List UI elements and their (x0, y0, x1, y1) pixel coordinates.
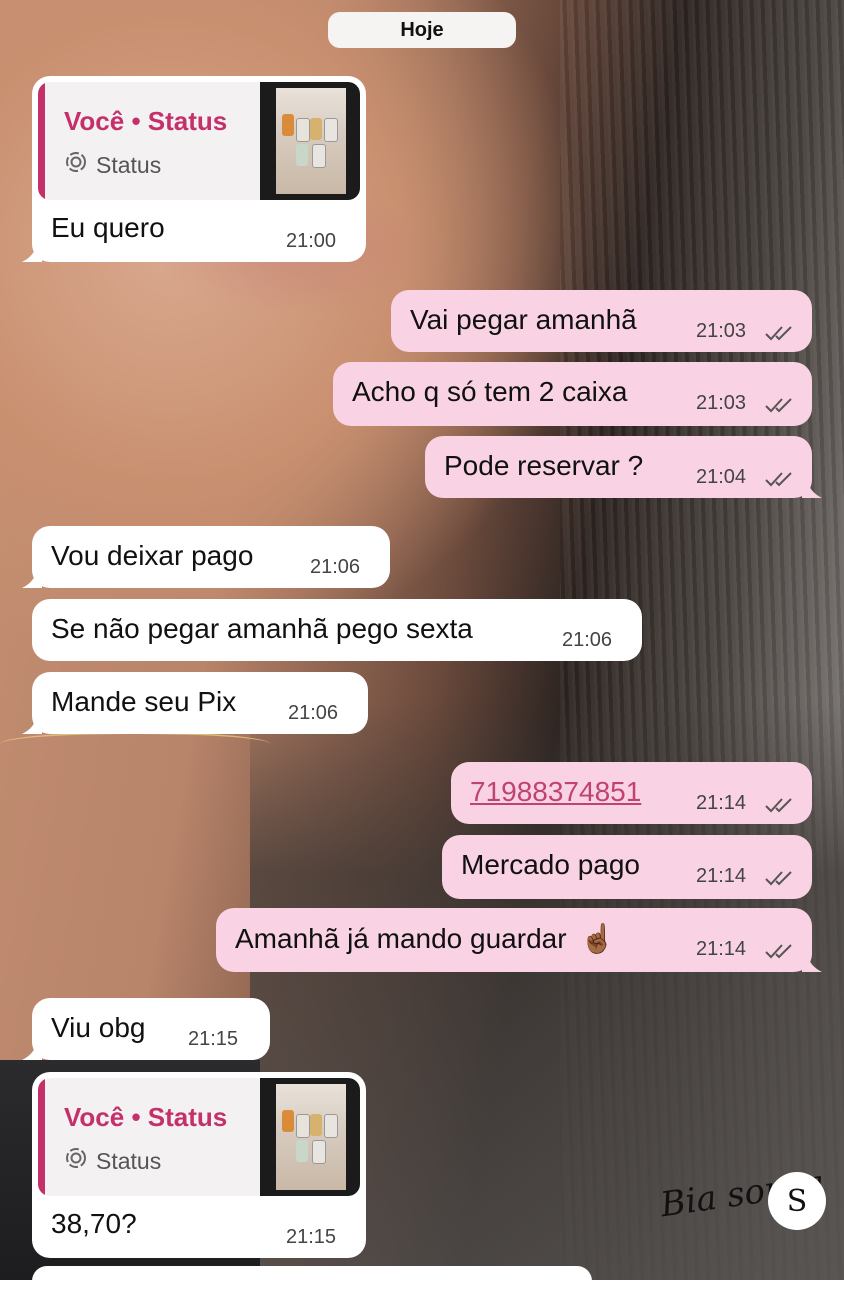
message-time: 21:15 (188, 1028, 239, 1050)
message-bubble-incoming[interactable]: Você • Status Status Eu quero 21:00 (22, 76, 366, 262)
message-bubble-outgoing[interactable]: Pode reservar ? 21:04 (425, 436, 822, 498)
message-time: 21:14 (696, 792, 747, 814)
reply-accent-bar (38, 1078, 45, 1196)
status-reply-preview[interactable]: Você • Status Status (38, 82, 360, 200)
double-check-icon (764, 796, 796, 814)
double-check-icon (764, 869, 796, 887)
message-bubble-incoming[interactable]: Vou deixar pago 21:06 (22, 526, 390, 588)
message-time: 21:06 (310, 556, 361, 578)
status-thumbnail[interactable] (260, 1078, 360, 1196)
bubble-tail (22, 246, 42, 262)
message-time: 21:14 (696, 865, 747, 887)
message-time: 21:00 (286, 230, 337, 252)
bubble-tail (802, 482, 822, 498)
message-text: Vou deixar pago (51, 540, 254, 571)
watermark-monogram: S (768, 1172, 826, 1230)
double-check-icon (764, 942, 796, 960)
message-text: Pode reservar ? (444, 450, 644, 481)
message-text: Eu quero (51, 212, 165, 243)
pointing-up-emoji: ☝🏾 (580, 923, 616, 954)
reply-source: Status (64, 1146, 161, 1176)
message-bubble-incoming[interactable]: Você • Status Status 38,70? 21:15 (32, 1072, 366, 1258)
reply-source-label: Status (96, 1147, 162, 1174)
status-ring-icon (64, 150, 88, 180)
status-thumbnail-image (276, 88, 346, 194)
message-text: Mercado pago (461, 849, 641, 880)
message-time: 21:14 (696, 938, 747, 960)
message-text: Vai pegar amanhã (410, 304, 637, 335)
watermark-logo: Bia souza S (652, 1160, 832, 1240)
message-time: 21:03 (696, 320, 747, 342)
bubble-tail (22, 572, 42, 588)
message-text: Acho q só tem 2 caixa (352, 376, 628, 407)
status-thumbnail-image (276, 1084, 346, 1190)
reply-accent-bar (38, 82, 45, 200)
status-ring-icon (64, 1146, 88, 1176)
bubble-tail (22, 1044, 42, 1060)
wallpaper-necklace (0, 732, 270, 756)
message-time: 21:04 (696, 466, 747, 488)
message-text-content: Amanhã já mando guardar (235, 923, 567, 954)
date-separator: Hoje (328, 12, 516, 48)
message-bubble-incoming[interactable]: Se não pegar amanhã pego sexta 21:06 (32, 599, 642, 661)
message-bubble-outgoing[interactable]: Vai pegar amanhã 21:03 (391, 290, 812, 352)
message-bubble-incoming[interactable]: Viu obg 21:15 (22, 998, 270, 1060)
reply-author: Você • Status (64, 1102, 228, 1132)
message-bubble-outgoing[interactable]: 71988374851 21:14 (451, 762, 812, 824)
message-time: 21:15 (286, 1226, 337, 1248)
message-text: Se não pegar amanhã pego sexta (51, 613, 473, 644)
message-text: Amanhã já mando guardar ☝🏾 (235, 922, 615, 955)
reply-source-label: Status (96, 151, 162, 178)
message-bubble-outgoing[interactable]: Acho q só tem 2 caixa 21:03 (333, 362, 812, 426)
message-time: 21:03 (696, 392, 747, 414)
bubble-tail (22, 718, 42, 734)
message-bubble-incoming[interactable]: Mande seu Pix 21:06 (22, 672, 368, 734)
message-bubble-outgoing[interactable]: Mercado pago 21:14 (442, 835, 812, 899)
reply-author: Você • Status (64, 106, 228, 136)
message-text: Viu obg (51, 1012, 146, 1043)
message-bubble-partial (32, 1266, 592, 1296)
reply-source: Status (64, 150, 161, 180)
message-bubble-outgoing[interactable]: Amanhã já mando guardar ☝🏾 21:14 (216, 908, 822, 972)
status-reply-preview[interactable]: Você • Status Status (38, 1078, 360, 1196)
double-check-icon (764, 324, 796, 342)
bubble-tail (802, 956, 822, 972)
message-text: 38,70? (51, 1208, 137, 1239)
message-text: Mande seu Pix (51, 686, 237, 717)
message-time: 21:06 (562, 629, 613, 651)
message-time: 21:06 (288, 702, 339, 724)
status-thumbnail[interactable] (260, 82, 360, 200)
double-check-icon (764, 470, 796, 488)
double-check-icon (764, 396, 796, 414)
phone-link[interactable]: 71988374851 (470, 776, 641, 808)
